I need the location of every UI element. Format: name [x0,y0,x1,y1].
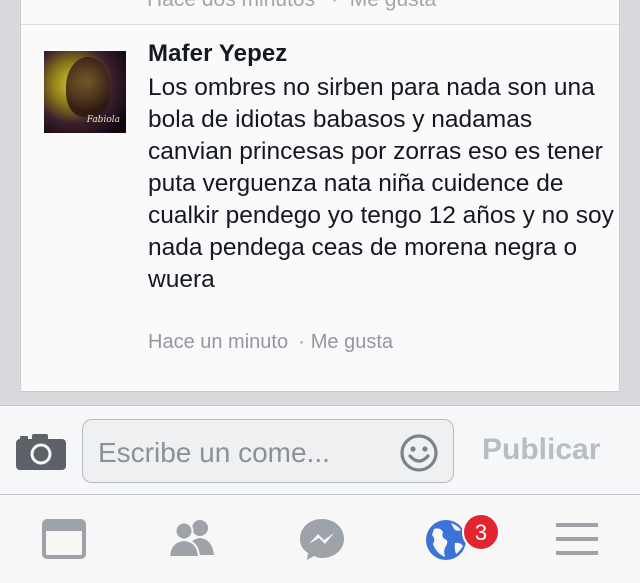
comment-divider [21,24,619,25]
comment-card: Hace dos minutos · Me gusta Fabiola Mafe… [20,0,620,392]
previous-comment-time[interactable]: Hace dos minutos [147,0,315,11]
previous-comment-like-link[interactable]: Me gusta [350,0,436,11]
comment-input-placeholder: Escribe un come... [98,437,330,468]
meta-separator: · [298,331,305,353]
menu-icon[interactable] [554,517,602,561]
avatar-photo [66,57,110,117]
comment-like-link[interactable]: Me gusta [311,331,393,353]
camera-icon[interactable] [15,433,67,471]
avatar-watermark: Fabiola [86,115,120,125]
bottom-navigation [0,495,640,583]
meta-separator: · [331,0,338,11]
news-feed-icon[interactable] [40,517,88,561]
comment-author[interactable]: Mafer Yepez [148,40,287,68]
smiley-icon[interactable] [399,433,439,473]
comments-feed: Hace dos minutos · Me gusta Fabiola Mafe… [0,0,640,405]
previous-comment-meta: Hace dos minutos · Me gusta [147,0,436,12]
friends-icon[interactable] [166,517,214,561]
comment-text: Los ombres no sirben para nada son una b… [148,74,614,293]
comment-composer: Escribe un come... Publicar [0,405,640,495]
notifications-badge[interactable]: 3 [462,513,500,551]
comment-input[interactable]: Escribe un come... [82,419,454,483]
publish-button[interactable]: Publicar [482,433,600,467]
comment-meta: Hace un minuto · Me gusta [148,331,393,354]
comment-time[interactable]: Hace un minuto [148,331,288,353]
messenger-icon[interactable] [298,517,346,561]
avatar[interactable]: Fabiola [44,51,126,133]
